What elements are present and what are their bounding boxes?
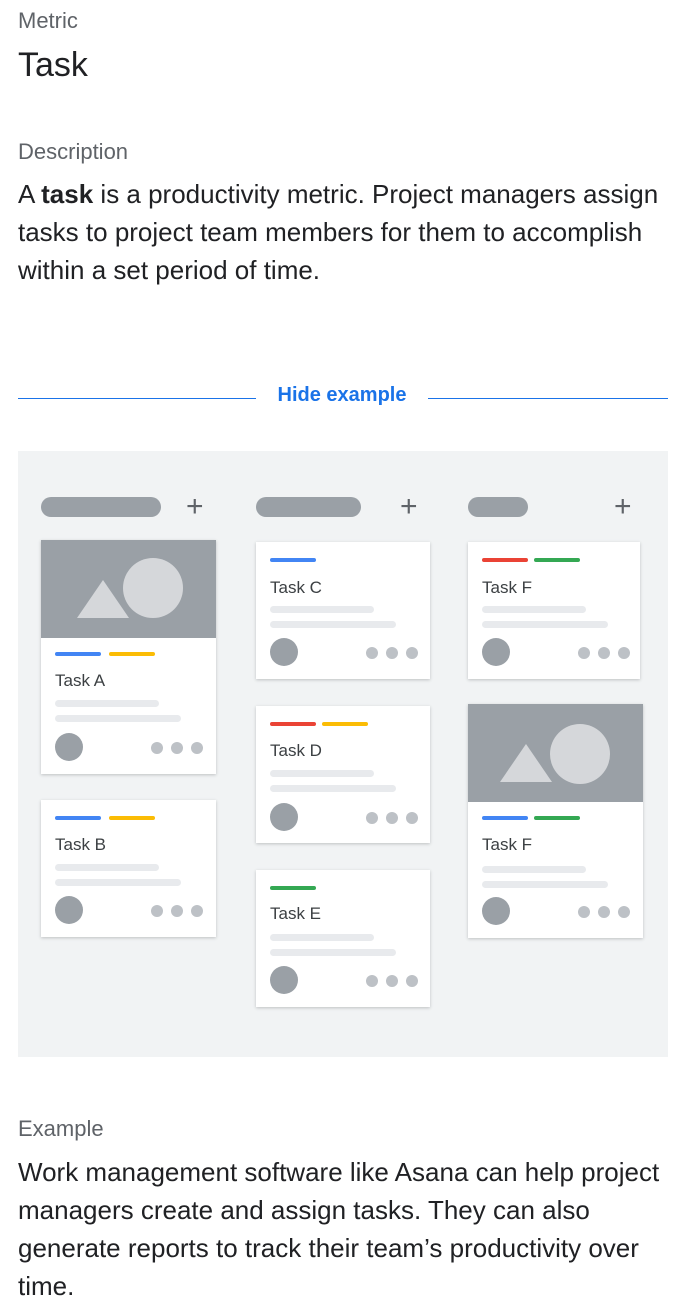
add-card-icon[interactable]: + [186,492,204,522]
example-kanban-illustration: + Task A Task B + Task C Task D Task E +… [18,451,668,1057]
description-bold-term: task [41,179,94,209]
placeholder-line [270,621,396,628]
more-options-icon[interactable] [151,905,205,917]
placeholder-line [270,949,396,956]
hide-example-button[interactable]: Hide example [256,384,428,407]
task-card-a[interactable]: Task A [41,540,216,774]
placeholder-line [482,621,608,628]
card-title: Task E [270,904,322,923]
add-card-icon[interactable]: + [614,492,632,522]
tag-yellow [109,816,155,820]
placeholder-line [482,866,586,873]
card-title: Task B [55,835,107,854]
placeholder-line [270,934,374,941]
description-suffix: is a productivity metric. Project manage… [18,179,659,285]
description-label: Description [18,139,129,164]
more-options-icon[interactable] [366,647,420,659]
placeholder-line [55,879,181,886]
tag-green [534,816,580,820]
avatar [55,733,83,761]
shapes-icon [500,724,610,784]
tag-blue [55,816,101,820]
placeholder-line [270,785,396,792]
avatar [55,896,83,924]
task-card-e[interactable]: Task E [256,870,430,1007]
example-toggle-row: Hide example [18,382,668,414]
tag-blue [482,816,528,820]
avatar [482,897,510,925]
description-text: A task is a productivity metric. Project… [18,175,670,289]
shapes-icon [77,558,183,618]
more-options-icon[interactable] [578,906,632,918]
avatar [270,803,298,831]
more-options-icon[interactable] [366,975,420,987]
add-card-icon[interactable]: + [400,492,418,522]
tag-green [270,886,316,890]
card-title: Task D [270,741,322,760]
image-placeholder [41,540,216,638]
tag-red [482,558,528,562]
tag-blue [55,652,101,656]
metric-name: Task [18,46,88,84]
card-title: Task A [55,671,106,690]
avatar [270,966,298,994]
column-header-pill [256,497,361,517]
task-card-b[interactable]: Task B [41,800,216,937]
card-title: Task F [482,578,533,597]
tag-green [534,558,580,562]
more-options-icon[interactable] [151,742,205,754]
placeholder-line [270,606,374,613]
tag-red [270,722,316,726]
placeholder-line [482,606,586,613]
task-card-c[interactable]: Task C [256,542,430,679]
placeholder-line [482,881,608,888]
placeholder-line [55,864,159,871]
more-options-icon[interactable] [578,647,632,659]
card-title: Task F [482,835,533,854]
description-prefix: A [18,179,42,209]
divider-right [428,398,668,399]
example-text: Work management software like Asana can … [18,1157,660,1301]
column-header-pill [468,497,528,517]
more-options-icon[interactable] [366,812,420,824]
placeholder-line [270,770,374,777]
task-card-f-bottom[interactable]: Task F [468,704,643,938]
task-card-d[interactable]: Task D [256,706,430,843]
avatar [270,638,298,666]
image-placeholder [468,704,643,802]
tag-yellow [322,722,368,726]
placeholder-line [55,715,181,722]
divider-left [18,398,256,399]
example-label: Example [18,1116,104,1141]
tag-yellow [109,652,155,656]
card-title: Task C [270,578,322,597]
metric-label: Metric [18,8,78,33]
tag-blue [270,558,316,562]
placeholder-line [55,700,159,707]
task-card-f-top[interactable]: Task F [468,542,640,679]
avatar [482,638,510,666]
column-header-pill [41,497,161,517]
